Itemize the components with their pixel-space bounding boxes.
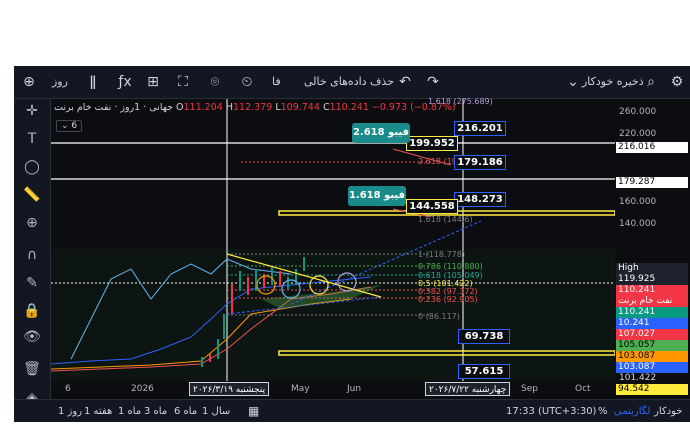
interval-button[interactable]: روز xyxy=(52,66,68,98)
redo-icon[interactable]: ↷ xyxy=(422,66,444,98)
range-1w[interactable]: 1 هفته xyxy=(84,400,112,422)
magnet-icon[interactable]: ∩ xyxy=(14,247,50,263)
cursor-date-start: پنجشنبه ۲۰۲۶/۳/۱۹ xyxy=(189,382,270,396)
indicator-count-badge[interactable]: ⌄ 6 xyxy=(56,120,83,132)
circle-tool-icon[interactable]: ◯ xyxy=(14,159,50,175)
trading-app: ⊕ روز ǁ ƒx ⊞ ⛶ ⌾ ⏲ فا حذف داده‌های خالی … xyxy=(14,66,690,422)
price-label: 10.241 xyxy=(616,318,688,329)
delete-empty-data-button[interactable]: حذف داده‌های خالی xyxy=(304,66,394,98)
top-toolbar: ⊕ روز ǁ ƒx ⊞ ⛶ ⌾ ⏲ فا حذف داده‌های خالی … xyxy=(14,66,690,99)
settings-icon[interactable]: ⚙ xyxy=(666,66,688,98)
fib-label-0786: 0.786 (110.880) xyxy=(418,262,483,271)
range-1d[interactable]: 1 روز xyxy=(58,400,82,422)
level-label-69738: 69.738 xyxy=(458,329,510,344)
high-value: 112.379 xyxy=(232,102,273,113)
time-tick: 2026 xyxy=(131,384,154,394)
time-tick: Jun xyxy=(347,384,362,394)
undo-icon[interactable]: ↶ xyxy=(394,66,416,98)
open-value: 111.204 xyxy=(183,102,223,113)
price-label-symbol: نفت خام برنت xyxy=(616,296,688,307)
price-label: 103.087 xyxy=(616,351,688,362)
high-label: H xyxy=(225,102,233,113)
search-icon[interactable]: ⌕ xyxy=(640,66,662,98)
fib-label-1618-top: 1.618 (275.689) xyxy=(428,97,493,106)
price-label: 107.027 xyxy=(616,329,688,340)
price-label: 110.241 xyxy=(616,285,688,296)
price-label: 103.087 xyxy=(616,362,688,373)
range-1y[interactable]: 1 سال xyxy=(202,400,230,422)
add-symbol-icon[interactable]: ⊕ xyxy=(18,66,40,98)
range-6m[interactable]: 6 ماه xyxy=(174,400,197,422)
bottom-bar: 1 روز 1 هفته 1 ماه 3 ماه 6 ماه 1 سال ▦ 1… xyxy=(14,399,690,422)
low-value: 109.744 xyxy=(280,102,320,113)
chevron-down-icon[interactable]: ⌄ xyxy=(562,66,584,98)
price-tick: 160.000 xyxy=(619,197,657,207)
alert-icon[interactable]: ⏲ xyxy=(236,66,258,98)
time-tick: Sep xyxy=(521,384,538,394)
fib-label-0: 0 (86.117) xyxy=(418,312,460,321)
level-label-144558: 144.558 xyxy=(406,199,458,214)
indicators-icon[interactable]: ƒx xyxy=(114,66,136,98)
price-tick: 260.000 xyxy=(619,107,657,117)
price-chart[interactable] xyxy=(51,99,615,381)
price-label: 179.287 xyxy=(616,177,688,188)
fib-label-0236: 0.236 (92.905) xyxy=(418,295,478,304)
zoom-in-icon[interactable]: ⊕ xyxy=(14,215,50,231)
price-label: 216.016 xyxy=(616,142,688,153)
time-tick: 6 xyxy=(65,384,71,394)
level-label-199952: 199.952 xyxy=(406,136,458,151)
level-label-57615: 57.615 xyxy=(458,364,510,379)
crosshair-icon[interactable]: ✛ xyxy=(14,103,50,119)
time-tick: May xyxy=(291,384,310,394)
fib-label-1: 1 (118.778) xyxy=(418,250,465,259)
level-label-179186: 179.186 xyxy=(454,155,506,170)
fib-callout-1618[interactable]: فیبو 1.618 xyxy=(348,186,406,206)
level-label-148273: 148.273 xyxy=(454,192,506,207)
ruler-icon[interactable]: 📏 xyxy=(14,187,50,203)
time-axis[interactable]: 6 2026 May Jun Sep Oct پنجشنبه ۲۰۲۶/۳/۱۹… xyxy=(51,381,615,399)
log-toggle[interactable]: لگاریتمی xyxy=(614,400,650,422)
price-tick: 140.000 xyxy=(619,219,657,229)
ohlc-legend: جهانی · 1روز · نفت خام برنت O111.204 H11… xyxy=(54,102,456,113)
price-axis[interactable]: 260.000 220.000 216.016 179.287 160.000 … xyxy=(615,99,690,399)
close-label: C xyxy=(322,102,330,113)
range-3m[interactable]: 3 ماه xyxy=(144,400,167,422)
eye-icon[interactable]: 👁 xyxy=(14,329,50,345)
camera-icon[interactable]: ⌾ xyxy=(204,66,226,98)
range-1m[interactable]: 1 ماه xyxy=(118,400,141,422)
fullscreen-icon[interactable]: ⛶ xyxy=(172,66,194,98)
cursor-date-end: چهارشنبه ۲۰۲۶/۷/۲۲ xyxy=(425,382,511,396)
pencil-lock-icon[interactable]: ✎ xyxy=(14,275,50,291)
symbol-title[interactable]: جهانی · 1روز · نفت خام برنت xyxy=(54,102,173,113)
candles-icon[interactable]: ǁ xyxy=(82,66,104,98)
fib-label-1618: 1.618 (144.6) xyxy=(418,215,473,224)
price-label-high: High xyxy=(616,263,688,274)
templates-icon[interactable]: ⊞ xyxy=(142,66,164,98)
timezone-label[interactable]: 17:33 (UTC+3:30) xyxy=(506,400,596,422)
close-value: 110.241 xyxy=(329,102,369,113)
level-label-216201: 216.201 xyxy=(454,121,506,136)
autosave-button[interactable]: ذخیره خودکار xyxy=(582,66,644,98)
fib-callout-2618[interactable]: فیبو 2.618 xyxy=(352,123,410,143)
auto-toggle[interactable]: خودکار xyxy=(654,400,682,422)
time-tick: Oct xyxy=(575,384,591,394)
trash-icon[interactable]: 🗑 xyxy=(14,361,50,377)
price-label: 119.925 xyxy=(616,274,688,285)
indicator-count: 6 xyxy=(71,121,78,131)
drawing-toolbar: ✛ T ◯ 📏 ⊕ ∩ ✎ 🔒 👁 🗑 ☆ xyxy=(14,99,51,409)
lock-icon[interactable]: 🔒 xyxy=(14,303,50,319)
price-label: 110.241 xyxy=(616,307,688,318)
price-tick: 220.000 xyxy=(619,129,657,139)
price-label: 105.057 xyxy=(616,340,688,351)
price-tick: 101.422 xyxy=(619,373,657,383)
open-label: O xyxy=(176,102,184,113)
text-tool-icon[interactable]: T xyxy=(14,131,50,147)
percent-toggle[interactable]: % xyxy=(598,400,608,422)
price-label: 94.542 xyxy=(616,384,688,395)
language-button[interactable]: فا xyxy=(272,66,281,98)
calendar-icon[interactable]: ▦ xyxy=(248,400,259,422)
